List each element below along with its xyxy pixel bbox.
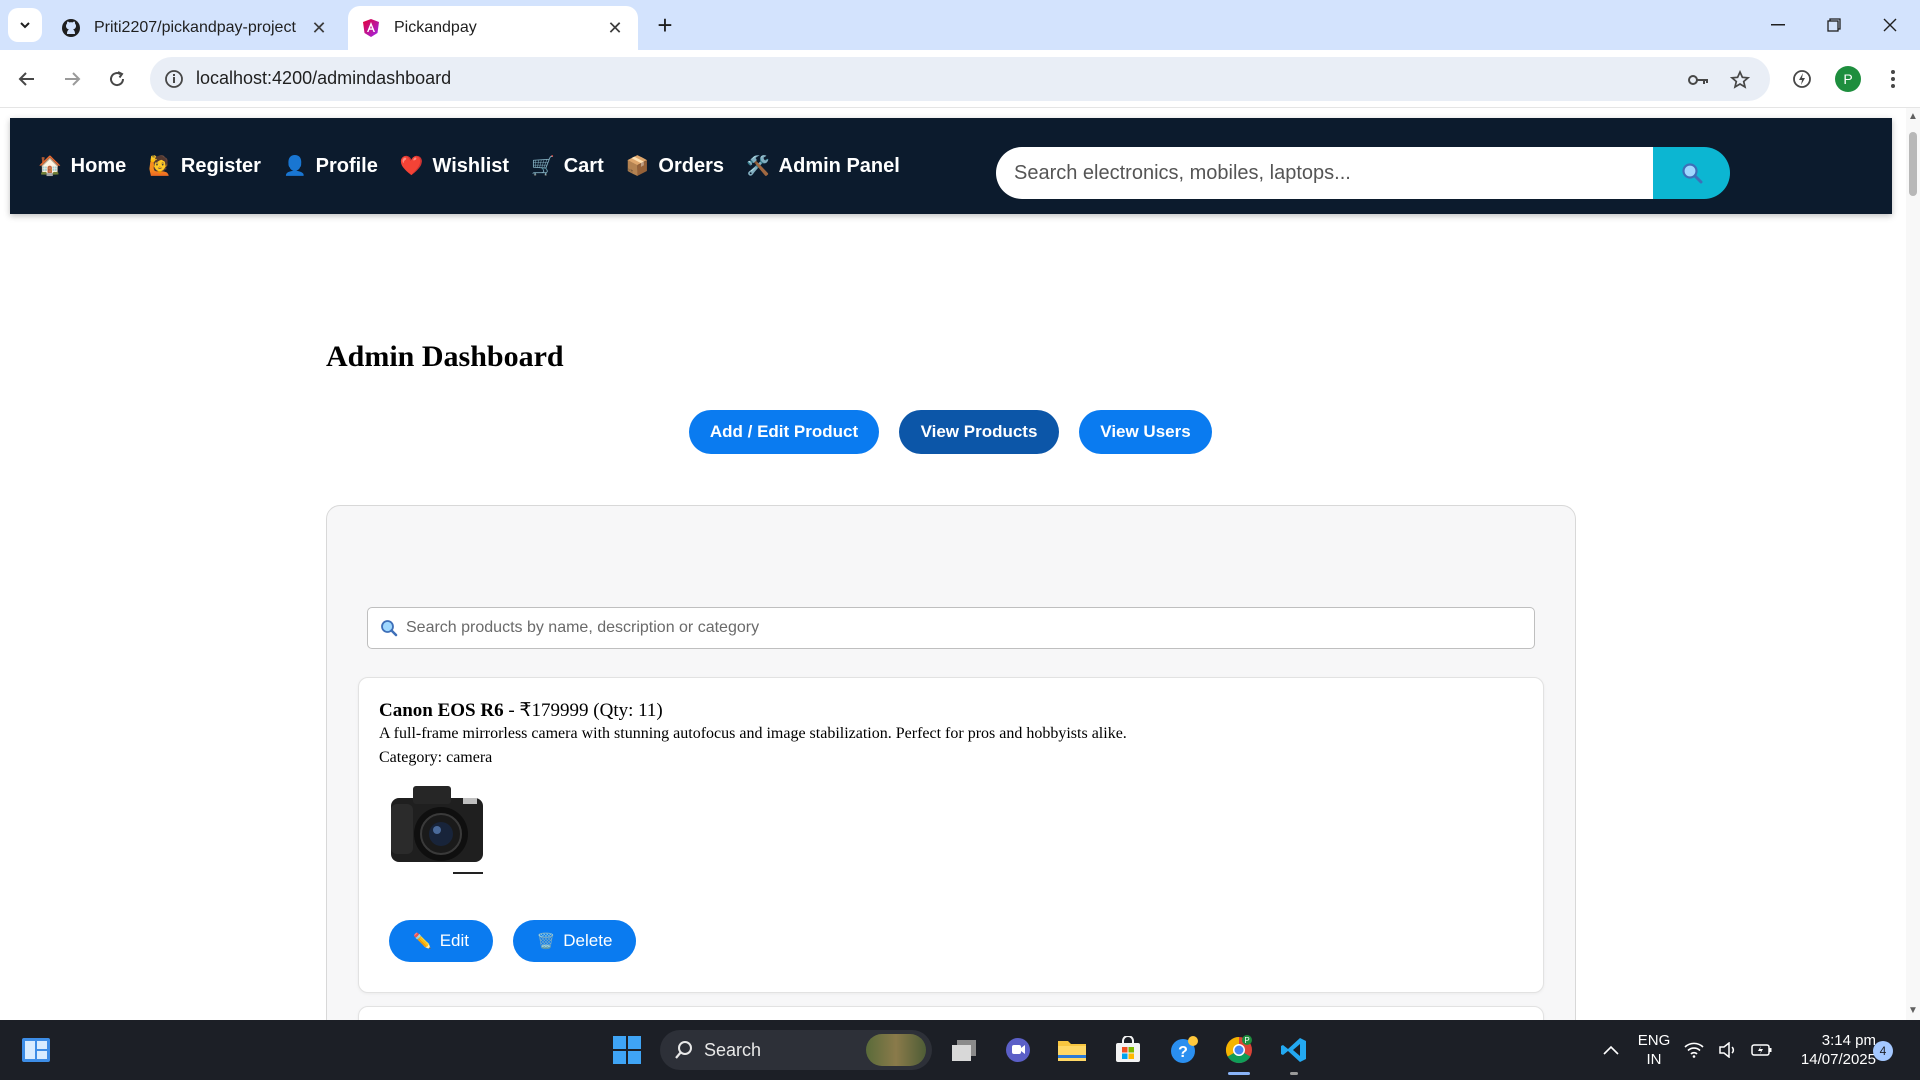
- browser-tab-github[interactable]: Priti2207/pickandpay-project ✕: [48, 6, 342, 50]
- windows-start-icon[interactable]: [607, 1030, 647, 1070]
- product-price-qty: - ₹179999 (Qty: 11): [503, 700, 663, 721]
- trash-icon: 🗑️: [536, 933, 556, 950]
- cart-icon: 🛒: [531, 156, 555, 177]
- chevron-down-icon: [20, 22, 30, 29]
- bookmark-star-icon[interactable]: [1727, 67, 1753, 93]
- password-key-icon[interactable]: [1686, 67, 1712, 93]
- help-app-icon[interactable]: ?: [1164, 1030, 1204, 1070]
- add-edit-product-button[interactable]: Add / Edit Product: [689, 410, 879, 454]
- delete-product-button[interactable]: 🗑️ Delete: [513, 920, 636, 962]
- search-highlight-image: [866, 1034, 926, 1066]
- chrome-icon[interactable]: P: [1219, 1030, 1259, 1070]
- product-card: Canon EOS R6 - ₹179999 (Qty: 11) A full-…: [358, 677, 1544, 993]
- teams-chat-icon[interactable]: [998, 1030, 1038, 1070]
- nav-admin-panel[interactable]: 🛠️ Admin Panel: [746, 154, 900, 178]
- address-bar[interactable]: localhost:4200/admindashboard: [150, 57, 1770, 101]
- nav-home[interactable]: 🏠 Home: [38, 154, 126, 178]
- url-text[interactable]: localhost:4200/admindashboard: [196, 68, 451, 89]
- product-description: A full-frame mirrorless camera with stun…: [379, 725, 1127, 742]
- wifi-icon[interactable]: [1680, 1030, 1708, 1070]
- close-window-icon[interactable]: [1862, 0, 1918, 50]
- tools-icon: 🛠️: [746, 156, 770, 177]
- clock-time: 3:14 pm: [1821, 1032, 1876, 1049]
- package-icon: 📦: [625, 156, 650, 177]
- product-heading: Canon EOS R6 - ₹179999 (Qty: 11): [379, 699, 663, 722]
- system-clock[interactable]: 3:14 pm 14/07/2025: [1780, 1020, 1876, 1080]
- product-category: Category: camera: [379, 749, 493, 766]
- product-name: Canon EOS R6: [379, 700, 504, 721]
- close-tab-icon[interactable]: ✕: [604, 17, 626, 39]
- product-card: [358, 1006, 1544, 1020]
- heart-icon: ❤️: [399, 156, 424, 177]
- tab-title: Pickandpay: [394, 19, 477, 36]
- page-title: Admin Dashboard: [326, 340, 564, 373]
- pencil-icon: ✏️: [413, 933, 432, 950]
- angular-icon: [360, 17, 382, 39]
- user-icon: 👤: [282, 156, 307, 177]
- nav-profile[interactable]: 👤 Profile: [283, 154, 378, 178]
- browser-toolbar: localhost:4200/admindashboard P: [0, 50, 1920, 108]
- page-viewport: 🏠 Home 🙋 Register 👤 Profile ❤️ Wishlist 🛒 Car…: [0, 108, 1906, 1020]
- site-info-icon[interactable]: [162, 67, 186, 91]
- view-products-button[interactable]: View Products: [899, 410, 1059, 454]
- chrome-active-indicator: [1228, 1072, 1250, 1075]
- site-search-button[interactable]: [1653, 147, 1730, 199]
- browser-tab-bar: Priti2207/pickandpay-project ✕ Pickandpa…: [0, 0, 1920, 50]
- products-panel: Canon EOS R6 - ₹179999 (Qty: 11) A full-…: [326, 505, 1576, 1020]
- new-tab-button[interactable]: +: [650, 10, 680, 40]
- nav-orders[interactable]: 📦 Orders: [626, 154, 724, 178]
- menu-kebab-icon[interactable]: [1878, 64, 1908, 94]
- forward-icon[interactable]: [53, 60, 91, 98]
- back-icon[interactable]: [8, 60, 46, 98]
- taskbar-search-label: Search: [704, 1040, 762, 1060]
- battery-icon[interactable]: [1748, 1030, 1776, 1070]
- svg-text:?: ?: [1178, 1044, 1188, 1061]
- microsoft-store-icon[interactable]: [1108, 1030, 1148, 1070]
- restore-icon[interactable]: [1806, 0, 1862, 50]
- taskbar-search[interactable]: Search: [660, 1030, 932, 1070]
- scroll-up-icon[interactable]: ▲: [1908, 112, 1918, 122]
- product-image: [379, 776, 505, 878]
- product-search-input[interactable]: [406, 608, 1526, 648]
- minimize-icon[interactable]: [1750, 0, 1806, 50]
- scroll-thumb[interactable]: [1909, 132, 1917, 196]
- nav-cart[interactable]: 🛒 Cart: [531, 154, 604, 178]
- reload-icon[interactable]: [98, 60, 136, 98]
- windows-taskbar: Search ? P ENG IN 3:14 pm 14/07/2025 4: [0, 1020, 1920, 1080]
- raising-hand-icon: 🙋: [148, 156, 172, 177]
- file-explorer-icon[interactable]: [1052, 1030, 1092, 1070]
- page-scrollbar[interactable]: ▲ ▼: [1906, 108, 1920, 1020]
- scroll-down-icon[interactable]: ▼: [1908, 1006, 1918, 1016]
- vscode-running-indicator: [1290, 1072, 1298, 1075]
- extensions-icon[interactable]: [1787, 64, 1817, 94]
- nav-links: 🏠 Home 🙋 Register 👤 Profile ❤️ Wishlist 🛒 Car…: [38, 118, 922, 214]
- browser-tab-pickandpay[interactable]: Pickandpay ✕: [348, 6, 638, 50]
- search-icon: [1681, 163, 1702, 184]
- vscode-icon[interactable]: [1274, 1030, 1314, 1070]
- widgets-icon[interactable]: [16, 1030, 56, 1070]
- profile-avatar[interactable]: P: [1833, 64, 1863, 94]
- nav-wishlist[interactable]: ❤️ Wishlist: [400, 154, 509, 178]
- show-hidden-icons-icon[interactable]: [1591, 1030, 1631, 1070]
- svg-text:P: P: [1244, 1036, 1249, 1045]
- tab-title: Priti2207/pickandpay-project: [94, 19, 296, 36]
- close-tab-icon[interactable]: ✕: [308, 17, 330, 39]
- view-users-button[interactable]: View Users: [1079, 410, 1212, 454]
- clock-date: 14/07/2025: [1800, 1051, 1876, 1068]
- search-icon: [381, 620, 398, 637]
- product-search-field[interactable]: [367, 607, 1535, 649]
- edit-product-button[interactable]: ✏️ Edit: [389, 920, 493, 962]
- site-search: [996, 147, 1730, 199]
- search-icon: [675, 1041, 692, 1059]
- volume-icon[interactable]: [1714, 1030, 1742, 1070]
- tab-search-button[interactable]: [8, 8, 42, 42]
- nav-register[interactable]: 🙋 Register: [148, 154, 261, 178]
- github-icon: [60, 17, 82, 39]
- task-view-icon[interactable]: [944, 1030, 984, 1070]
- site-navbar: 🏠 Home 🙋 Register 👤 Profile ❤️ Wishlist 🛒 Car…: [10, 118, 1892, 214]
- notification-badge[interactable]: 4: [1873, 1041, 1893, 1061]
- house-icon: 🏠: [38, 156, 62, 177]
- input-language[interactable]: ENG IN: [1626, 1020, 1682, 1080]
- site-search-input[interactable]: [996, 147, 1656, 199]
